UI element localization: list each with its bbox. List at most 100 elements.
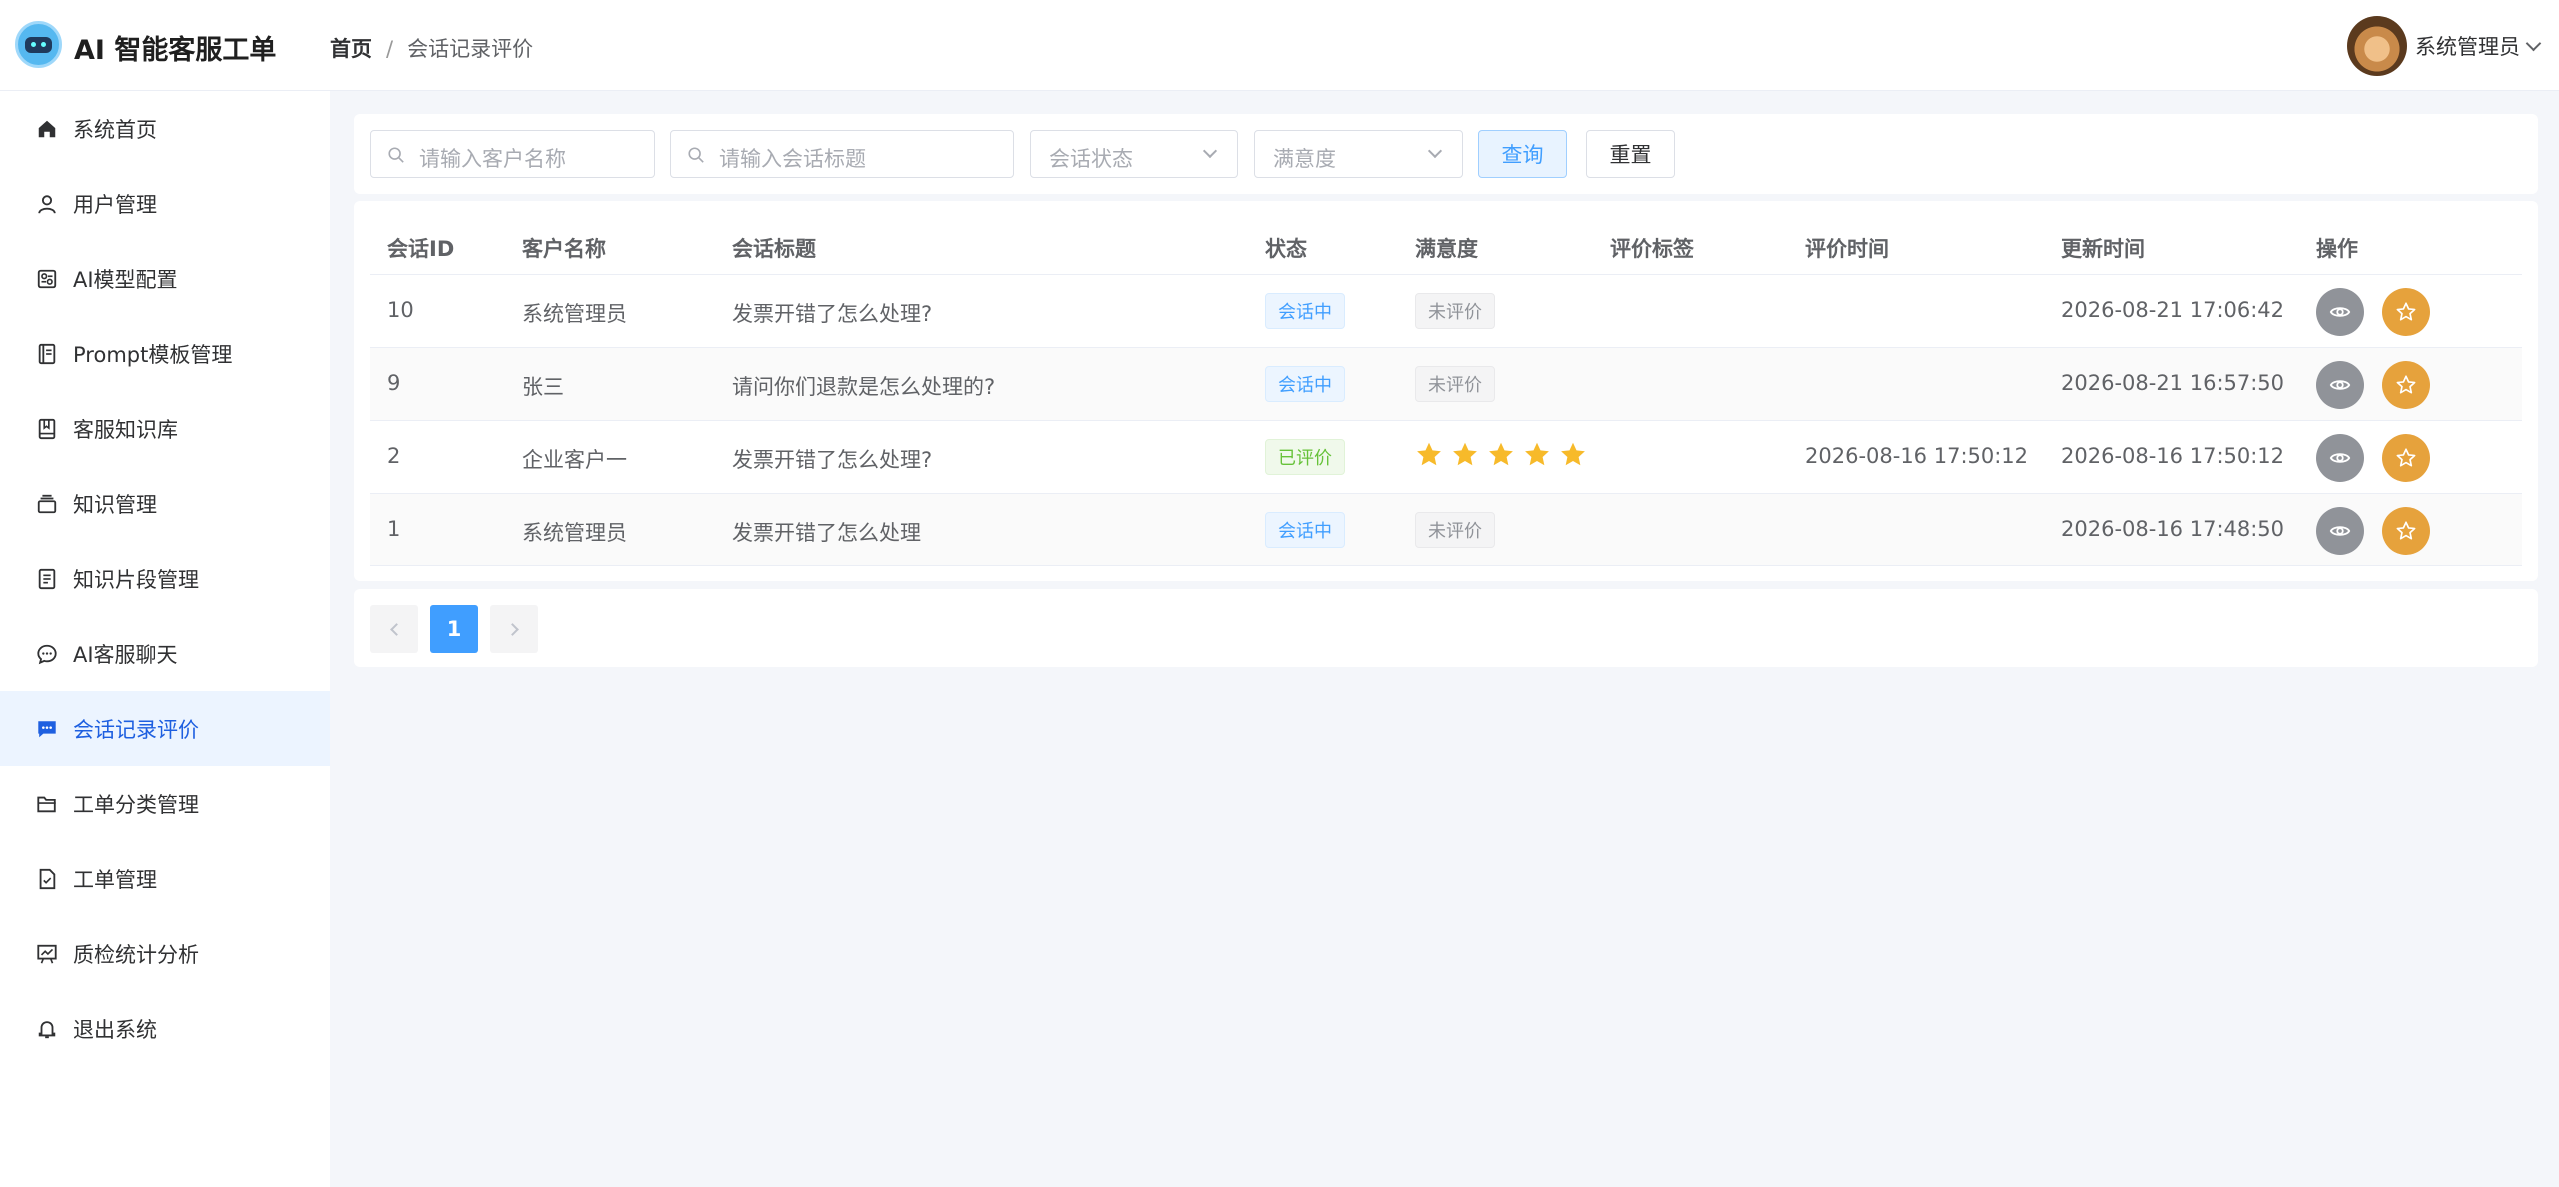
star-icon <box>1453 442 1477 466</box>
prev-page-button[interactable] <box>370 605 418 653</box>
sidebar-item-session-review[interactable]: 会话记录评价 <box>0 691 330 766</box>
column-header-rated-time: 评价时间 <box>1805 237 1889 261</box>
sidebar: 系统首页 用户管理 AI模型配置 Prompt模板管理 客服知识库 知识管理 知… <box>0 91 330 1187</box>
home-icon <box>38 120 56 137</box>
status-badge: 会话中 <box>1265 293 1345 329</box>
search-panel: 请输入客户名称 请输入会话标题 会话状态 满意度 查询 重置 <box>354 114 2538 194</box>
rate-button[interactable] <box>2382 288 2430 336</box>
eye-icon <box>2329 526 2351 536</box>
cell-updated-time: 2026-08-21 16:57:50 <box>2061 371 2285 395</box>
cell-title: 请问你们退款是怎么处理的? <box>732 375 996 399</box>
view-button[interactable] <box>2316 361 2364 409</box>
column-header-customer: 客户名称 <box>522 237 606 261</box>
sidebar-item-knowledge[interactable]: 知识管理 <box>0 466 330 541</box>
rate-button[interactable] <box>2382 507 2430 555</box>
reset-button[interactable]: 重置 <box>1586 130 1675 178</box>
sidebar-item-label: 质检统计分析 <box>73 942 199 967</box>
star-icon <box>1417 442 1441 466</box>
cell-title: 发票开错了怎么处理 <box>732 521 921 545</box>
cell-id: 9 <box>387 371 401 395</box>
view-button[interactable] <box>2316 434 2364 482</box>
table-row: 10 系统管理员 发票开错了怎么处理? 会话中 未评价 2026-08-21 1… <box>370 274 2522 347</box>
next-page-button[interactable] <box>490 605 538 653</box>
app-title: AI 智能客服工单 <box>74 35 277 66</box>
pagination: 1 <box>354 589 2538 667</box>
book-icon <box>38 418 56 439</box>
sidebar-item-ai-model[interactable]: AI模型配置 <box>0 241 330 316</box>
sidebar-item-qa-stats[interactable]: 质检统计分析 <box>0 916 330 991</box>
sidebar-item-label: AI模型配置 <box>73 267 178 292</box>
document-icon <box>38 568 56 589</box>
cell-title: 发票开错了怎么处理? <box>732 302 933 326</box>
sidebar-item-tickets[interactable]: 工单管理 <box>0 841 330 916</box>
search-icon <box>688 147 704 163</box>
sidebar-item-label: 知识管理 <box>73 492 157 517</box>
satisfaction-badge: 未评价 <box>1415 366 1495 402</box>
sidebar-item-users[interactable]: 用户管理 <box>0 166 330 241</box>
chevron-down-icon <box>1427 143 1443 159</box>
bell-icon <box>38 1020 56 1038</box>
chevron-down-icon[interactable] <box>2525 35 2542 51</box>
view-button[interactable] <box>2316 507 2364 555</box>
query-button[interactable]: 查询 <box>1478 130 1567 178</box>
rate-button[interactable] <box>2382 434 2430 482</box>
cell-id: 2 <box>387 444 401 468</box>
chevron-right-icon <box>505 622 519 636</box>
top-header: AI 智能客服工单 首页 / 会话记录评价 系统管理员 <box>0 0 2559 91</box>
status-badge: 已评价 <box>1265 439 1345 475</box>
star-outline-icon <box>2396 302 2416 321</box>
sidebar-item-ai-chat[interactable]: AI客服聊天 <box>0 616 330 691</box>
chat-icon <box>37 644 57 664</box>
cell-customer: 系统管理员 <box>522 521 627 545</box>
star-outline-icon <box>2396 375 2416 394</box>
column-header-satisfaction: 满意度 <box>1415 237 1478 261</box>
satisfaction-select[interactable]: 满意度 <box>1254 130 1463 178</box>
cell-customer: 张三 <box>522 375 564 399</box>
sidebar-item-knowledge-base[interactable]: 客服知识库 <box>0 391 330 466</box>
cell-updated-time: 2026-08-21 17:06:42 <box>2061 298 2285 322</box>
column-header-actions: 操作 <box>2316 237 2358 261</box>
satisfaction-badge: 未评价 <box>1415 512 1495 548</box>
table-row: 1 系统管理员 发票开错了怎么处理 会话中 未评价 2026-08-16 17:… <box>370 493 2522 566</box>
status-badge: 会话中 <box>1265 366 1345 402</box>
cell-customer: 系统管理员 <box>522 302 627 326</box>
status-badge: 会话中 <box>1265 512 1345 548</box>
user-icon <box>38 194 56 213</box>
rate-button[interactable] <box>2382 361 2430 409</box>
model-config-icon <box>37 269 57 288</box>
cell-id: 1 <box>387 517 401 541</box>
star-icon <box>1561 442 1585 466</box>
sidebar-item-label: 工单分类管理 <box>73 792 199 817</box>
user-name[interactable]: 系统管理员 <box>2415 31 2520 61</box>
sidebar-item-home[interactable]: 系统首页 <box>0 91 330 166</box>
table-row: 2 企业客户一 发票开错了怎么处理? 已评价 2026-08-16 17:50:… <box>370 420 2522 493</box>
star-icon <box>1525 442 1549 466</box>
satisfaction-rating <box>1415 441 1595 469</box>
view-button[interactable] <box>2316 288 2364 336</box>
customer-name-input[interactable]: 请输入客户名称 <box>370 130 655 178</box>
chart-board-icon <box>37 944 57 963</box>
sidebar-item-label: 会话记录评价 <box>73 717 199 742</box>
column-header-title: 会话标题 <box>732 237 816 261</box>
sidebar-item-prompt-templates[interactable]: Prompt模板管理 <box>0 316 330 391</box>
user-menu[interactable]: 系统管理员 <box>2347 16 2542 76</box>
sidebar-item-label: 工单管理 <box>73 867 157 892</box>
avatar[interactable] <box>2347 16 2407 76</box>
breadcrumb-home[interactable]: 首页 <box>330 37 372 61</box>
breadcrumb-separator: / <box>386 37 394 61</box>
sidebar-item-label: 知识片段管理 <box>73 567 199 592</box>
sidebar-item-ticket-categories[interactable]: 工单分类管理 <box>0 766 330 841</box>
cell-customer: 企业客户一 <box>522 448 627 472</box>
page-number-button[interactable]: 1 <box>430 605 478 653</box>
cell-updated-time: 2026-08-16 17:48:50 <box>2061 517 2285 541</box>
cell-rated-time: 2026-08-16 17:50:12 <box>1805 444 2029 468</box>
sidebar-item-logout[interactable]: 退出系统 <box>0 991 330 1066</box>
sidebar-item-label: 系统首页 <box>73 117 157 142</box>
session-table: 会话ID 客户名称 会话标题 状态 满意度 评价标签 评价时间 更新时间 操作 … <box>354 201 2538 581</box>
session-title-input[interactable]: 请输入会话标题 <box>670 130 1014 178</box>
sidebar-item-label: 退出系统 <box>73 1017 157 1042</box>
session-status-select[interactable]: 会话状态 <box>1030 130 1238 178</box>
star-icon <box>1489 442 1513 466</box>
sidebar-item-knowledge-fragments[interactable]: 知识片段管理 <box>0 541 330 616</box>
robot-logo-icon <box>15 21 62 68</box>
